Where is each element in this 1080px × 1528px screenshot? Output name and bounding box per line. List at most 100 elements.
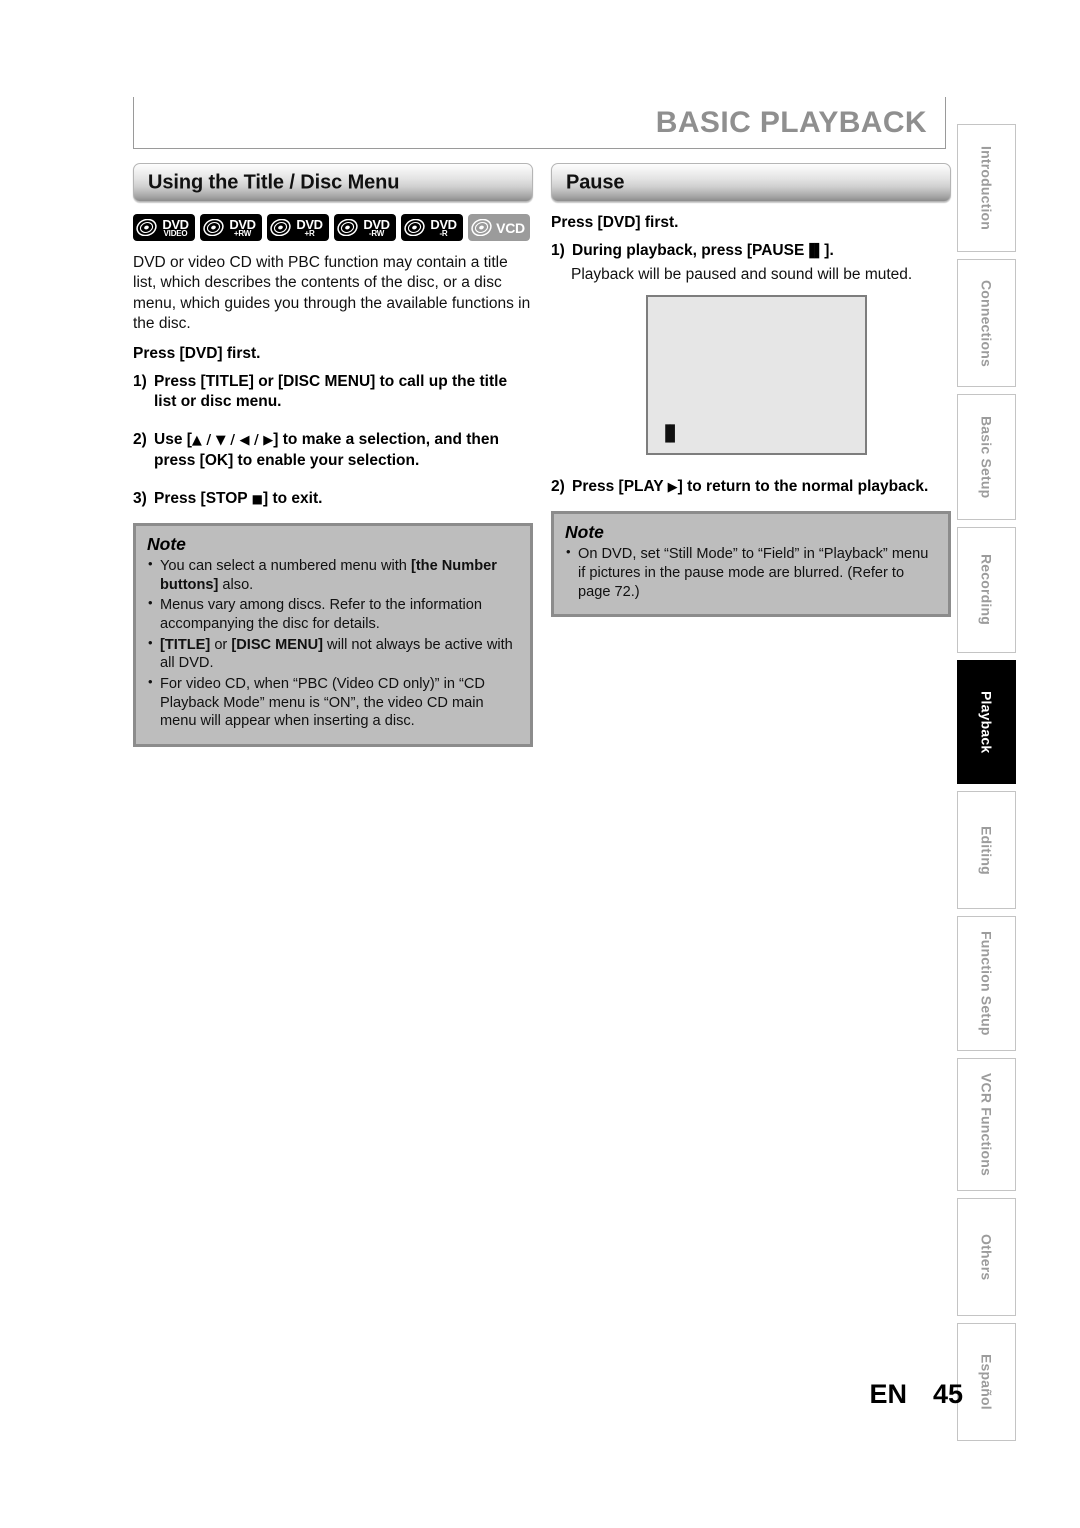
step-1-number: 1): [133, 373, 147, 391]
sidebar-tab-connections[interactable]: Connections: [957, 259, 1016, 387]
pause-icon: ▐▌: [804, 244, 825, 259]
step-3-text-before: Press [STOP: [154, 489, 252, 507]
direction-arrows-icon: ▲ / ▼ / ◀ / ▶: [191, 433, 274, 449]
step-2: 2) Use [▲ / ▼ / ◀ / ▶] to make a selecti…: [133, 430, 533, 470]
sidebar-tab-label: Basic Setup: [978, 415, 995, 499]
pause-step-1-number: 1): [551, 242, 565, 259]
note-text: also.: [218, 576, 254, 593]
note-title: Note: [147, 533, 186, 554]
disc-icon: [471, 219, 492, 236]
sidebar-tab-function-setup[interactable]: Function Setup: [957, 916, 1016, 1051]
sidebar-tab-recording[interactable]: Recording: [957, 527, 1016, 653]
note-text: You can select a numbered menu with: [160, 557, 411, 574]
note-box-right: Note On DVD, set “Still Mode” to “Field”…: [551, 511, 951, 618]
dvd-plus-rw-badge: DVD +RW: [200, 214, 262, 241]
dvd-minus-r-badge: DVD -R: [401, 214, 463, 241]
section-title-label: Using the Title / Disc Menu: [148, 171, 400, 193]
step-1-text: Press [TITLE] or [DISC MENU] to call up …: [154, 373, 508, 411]
step-3: 3) Press [STOP ■] to exit.: [133, 489, 533, 509]
sidebar-tab-label: Español: [978, 1354, 995, 1410]
note-text: or: [210, 636, 232, 653]
sidebar-tab-label: Editing: [978, 825, 995, 875]
section-title-label: Pause: [566, 171, 625, 193]
chapter-header: BASIC PLAYBACK: [133, 97, 946, 149]
disc-badge-text: DVD -R: [426, 218, 463, 238]
note-emphasis: [DISC MENU]: [231, 636, 323, 653]
note-emphasis: [TITLE]: [160, 636, 211, 653]
dvd-minus-rw-badge: DVD -RW: [334, 214, 396, 241]
note-item: For video CD, when “PBC (Video CD only)”…: [147, 674, 519, 731]
page-title: BASIC PLAYBACK: [655, 105, 927, 139]
footer-page-number: 45: [932, 1379, 963, 1409]
sidebar-tab-label: Introduction: [978, 145, 995, 231]
disc-badge-text: DVD +R: [292, 218, 329, 238]
step-2-text-before: Use [: [154, 431, 192, 449]
disc-icon: [337, 219, 358, 236]
pause-step-1: 1) During playback, press [PAUSE▐▌].: [551, 241, 951, 261]
footer-language: EN: [869, 1379, 907, 1409]
note-item: On DVD, set “Still Mode” to “Field” in “…: [565, 544, 937, 601]
pause-step-2-text-after: ] to return to the normal playback.: [677, 478, 929, 496]
disc-badge-text: DVD +RW: [225, 218, 262, 238]
step-3-text-after: ] to exit.: [263, 489, 323, 507]
sidebar-tab-introduction[interactable]: Introduction: [957, 124, 1016, 252]
play-icon: ▶: [667, 480, 678, 496]
section-header-title-disc-menu: Using the Title / Disc Menu: [133, 163, 533, 202]
pause-step-1-text-after: ].: [824, 242, 834, 259]
disc-icon: [136, 219, 157, 236]
tv-screen-illustration: ▐▌: [646, 295, 867, 456]
chapter-tab-rail: Introduction Connections Basic Setup Record…: [957, 124, 1080, 1448]
step-1: 1) Press [TITLE] or [DISC MENU] to call …: [133, 372, 533, 412]
disc-icon: [203, 219, 224, 236]
note-text: For video CD, when “PBC (Video CD only)”…: [160, 675, 485, 730]
sidebar-tab-label: Playback: [978, 690, 995, 754]
pause-step-2: 2) Press [PLAY ▶] to return to the norma…: [551, 477, 951, 497]
press-dvd-first-lead: Press [DVD] first.: [551, 214, 679, 231]
sidebar-tab-label: Others: [978, 1233, 995, 1281]
manual-page: BASIC PLAYBACK Using the Title / Disc Me…: [0, 0, 1080, 1528]
supported-disc-badges: DVD VIDEO DVD +RW DVD +R DVD -RW DVD -R VCD: [133, 214, 533, 241]
disc-icon: [404, 219, 425, 236]
note-box-left: Note You can select a numbered menu with…: [133, 522, 533, 747]
pause-step-1-description: Playback will be paused and sound will b…: [571, 266, 913, 284]
disc-badge-text: VCD: [493, 221, 530, 235]
intro-paragraph: DVD or video CD with PBC function may co…: [133, 254, 531, 332]
vcd-badge: VCD: [468, 214, 530, 241]
disc-badge-main-label: VCD: [496, 219, 525, 236]
sidebar-tab-editing[interactable]: Editing: [957, 791, 1016, 909]
sidebar-tab-label: Connections: [978, 279, 995, 367]
sidebar-tab-label: Recording: [978, 554, 995, 626]
stop-square-icon: ■: [251, 491, 263, 506]
left-column: Using the Title / Disc Menu DVD VIDEO DVD +…: [133, 163, 533, 747]
sidebar-tab-label: VCR Functions: [978, 1073, 995, 1176]
right-column: Pause Press [DVD] first. 1) During playb…: [551, 163, 951, 618]
sidebar-tab-vcr-functions[interactable]: VCR Functions: [957, 1058, 1016, 1191]
press-dvd-first-lead: Press [DVD] first.: [133, 345, 261, 363]
step-3-number: 3): [133, 489, 147, 507]
note-list-left: You can select a numbered menu with [the…: [147, 556, 519, 731]
dvd-video-badge: DVD VIDEO: [133, 214, 195, 241]
note-title: Note: [565, 522, 604, 543]
note-list-right: On DVD, set “Still Mode” to “Field” in “…: [565, 544, 937, 601]
sidebar-tab-basic-setup[interactable]: Basic Setup: [957, 394, 1016, 520]
section-header-pause: Pause: [551, 163, 951, 202]
step-2-number: 2): [133, 431, 147, 449]
note-item: You can select a numbered menu with [the…: [147, 556, 519, 594]
page-footer: EN 45: [0, 1379, 963, 1410]
sidebar-tab-label: Function Setup: [978, 931, 995, 1036]
note-text: Menus vary among discs. Refer to the inf…: [160, 597, 483, 632]
disc-icon: [270, 219, 291, 236]
note-text: On DVD, set “Still Mode” to “Field” in “…: [578, 546, 929, 600]
pause-step-2-text-before: Press [PLAY: [572, 478, 668, 496]
pause-step-1-text-before: During playback, press [PAUSE: [572, 242, 805, 259]
screen-pause-icon: ▐▌: [660, 425, 680, 443]
pause-step-2-number: 2): [551, 478, 565, 496]
disc-badge-text: DVD -RW: [359, 218, 396, 238]
sidebar-tab-espa-ol[interactable]: Español: [957, 1323, 1016, 1441]
dvd-plus-r-badge: DVD +R: [267, 214, 329, 241]
sidebar-tab-playback[interactable]: Playback: [957, 660, 1016, 784]
note-item: [TITLE] or [DISC MENU] will not always b…: [147, 635, 519, 673]
sidebar-tab-others[interactable]: Others: [957, 1198, 1016, 1316]
disc-badge-text: DVD VIDEO: [158, 218, 195, 238]
